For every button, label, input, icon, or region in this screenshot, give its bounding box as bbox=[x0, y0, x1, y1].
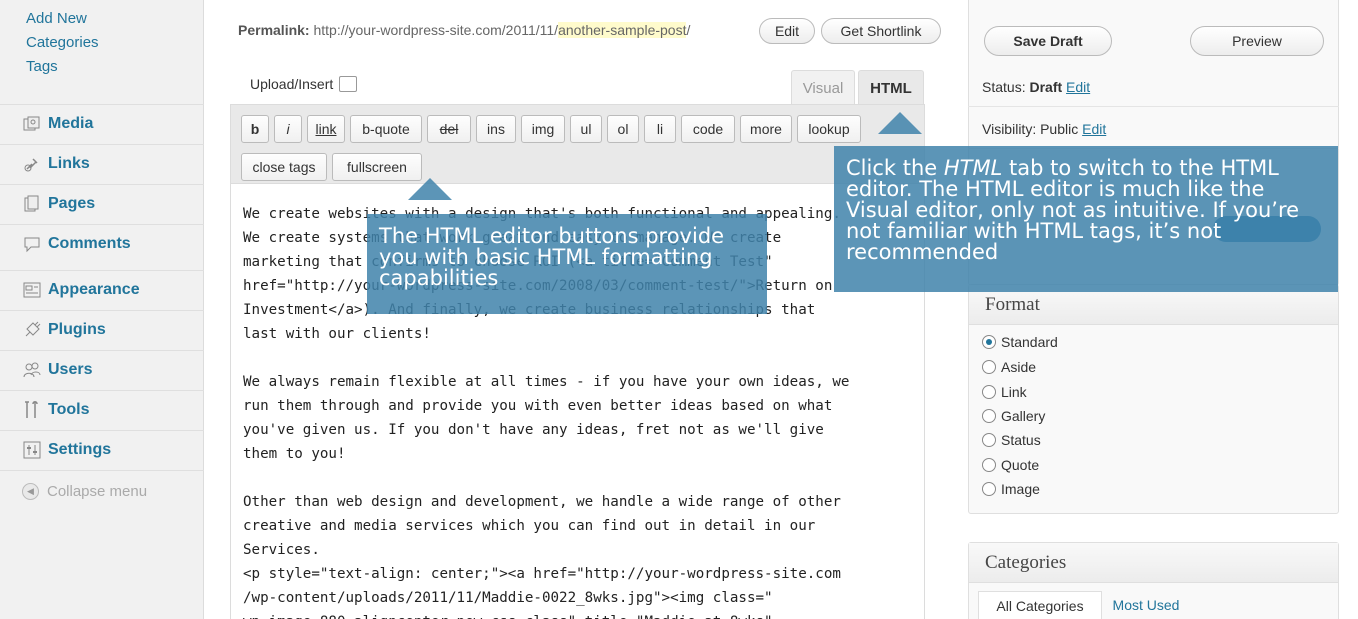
divider bbox=[968, 106, 1339, 107]
tab-all-categories[interactable]: All Categories bbox=[978, 591, 1102, 619]
permalink-label: Permalink: bbox=[238, 22, 310, 38]
qt-lookup-button[interactable]: lookup bbox=[797, 115, 861, 143]
qt-li-button[interactable]: li bbox=[644, 115, 676, 143]
sidebar-item-label: Plugins bbox=[48, 321, 106, 338]
qt-fullscreen-button[interactable]: fullscreen bbox=[332, 153, 422, 181]
format-option-status[interactable]: Status bbox=[982, 432, 1041, 448]
tooltip-arrow bbox=[408, 178, 452, 200]
sidebar-metaboxes: Save Draft Preview Status: Draft Edit Vi… bbox=[968, 0, 1343, 619]
sidebar-item-users[interactable]: Users bbox=[0, 350, 204, 390]
permalink-line: Permalink: http://your-wordpress-site.co… bbox=[238, 22, 690, 38]
qt-del-button[interactable]: del bbox=[427, 115, 471, 143]
tab-most-used[interactable]: Most Used bbox=[1106, 591, 1186, 619]
tools-icon bbox=[22, 400, 42, 420]
submenu-add-new[interactable]: Add New bbox=[26, 10, 87, 27]
appearance-icon bbox=[22, 280, 42, 300]
post-status: Status: Draft Edit bbox=[982, 79, 1090, 95]
pages-icon bbox=[22, 194, 42, 214]
editor-paragraph: We always remain flexible at all times -… bbox=[243, 374, 850, 462]
permalink-base: http://your-wordpress-site.com/2011/11/ bbox=[313, 22, 559, 38]
plugins-icon bbox=[22, 320, 42, 340]
qt-link-button[interactable]: link bbox=[307, 115, 345, 143]
qt-bquote-button[interactable]: b-quote bbox=[350, 115, 422, 143]
qt-bold-button[interactable]: b bbox=[241, 115, 269, 143]
qt-img-button[interactable]: img bbox=[521, 115, 565, 143]
qt-ol-button[interactable]: ol bbox=[607, 115, 639, 143]
settings-icon bbox=[22, 440, 42, 460]
sidebar-item-links[interactable]: Links bbox=[0, 144, 204, 184]
upload-insert[interactable]: Upload/Insert bbox=[250, 76, 358, 92]
sidebar-item-settings[interactable]: Settings bbox=[0, 430, 204, 470]
upload-media-icon[interactable] bbox=[339, 76, 358, 92]
post-visibility: Visibility: Public Edit bbox=[982, 121, 1106, 137]
format-option-link[interactable]: Link bbox=[982, 384, 1027, 400]
status-label: Status: bbox=[982, 79, 1026, 95]
format-option-quote[interactable]: Quote bbox=[982, 457, 1039, 473]
quicktags-toolbar: b i link b-quote del ins img ul ol li co… bbox=[230, 104, 925, 184]
tooltip-editor-buttons: The HTML editor buttons provide you with… bbox=[367, 214, 767, 314]
permalink-edit-button[interactable]: Edit bbox=[759, 18, 815, 44]
sidebar-item-label: Pages bbox=[48, 195, 96, 212]
menu-divider bbox=[0, 470, 204, 471]
qt-ul-button[interactable]: ul bbox=[570, 115, 602, 143]
sidebar-item-comments[interactable]: Comments bbox=[0, 224, 204, 264]
categories-box-title: Categories bbox=[969, 543, 1338, 583]
qt-more-button[interactable]: more bbox=[740, 115, 792, 143]
submenu-tags[interactable]: Tags bbox=[26, 58, 58, 75]
format-option-aside[interactable]: Aside bbox=[982, 359, 1036, 375]
radio-icon[interactable] bbox=[982, 385, 996, 399]
tooltip-html-tab: Click the HTML tab to switch to the HTML… bbox=[834, 146, 1338, 292]
media-icon bbox=[22, 114, 42, 134]
visibility-label: Visibility: Public bbox=[982, 121, 1079, 137]
save-draft-button[interactable]: Save Draft bbox=[984, 26, 1112, 56]
sidebar-item-label: Users bbox=[48, 361, 93, 378]
status-edit-link[interactable]: Edit bbox=[1066, 79, 1090, 95]
radio-icon[interactable] bbox=[982, 360, 996, 374]
editor-paragraph: Other than web design and development, w… bbox=[243, 494, 841, 619]
submenu-categories[interactable]: Categories bbox=[26, 34, 99, 51]
sidebar-item-appearance[interactable]: Appearance bbox=[0, 270, 204, 310]
radio-icon[interactable] bbox=[982, 458, 996, 472]
visibility-edit-link[interactable]: Edit bbox=[1082, 121, 1106, 137]
users-icon bbox=[22, 360, 42, 380]
upload-insert-label: Upload/Insert bbox=[250, 76, 334, 92]
sidebar-item-label: Links bbox=[48, 155, 90, 172]
radio-icon[interactable] bbox=[982, 409, 996, 423]
permalink-slug[interactable]: another-sample-post bbox=[558, 22, 687, 38]
tab-html[interactable]: HTML bbox=[858, 70, 924, 105]
radio-checked-icon[interactable] bbox=[982, 335, 996, 349]
sidebar-item-plugins[interactable]: Plugins bbox=[0, 310, 204, 350]
status-value: Draft bbox=[1029, 79, 1063, 95]
qt-ins-button[interactable]: ins bbox=[476, 115, 516, 143]
get-shortlink-button[interactable]: Get Shortlink bbox=[821, 18, 941, 44]
links-icon bbox=[22, 154, 42, 174]
collapse-menu-button[interactable]: ◀ Collapse menu bbox=[22, 483, 147, 500]
radio-icon[interactable] bbox=[982, 482, 996, 496]
sidebar-item-label: Tools bbox=[48, 401, 90, 418]
qt-code-button[interactable]: code bbox=[681, 115, 735, 143]
sidebar-item-label: Comments bbox=[48, 235, 131, 252]
tab-visual[interactable]: Visual bbox=[791, 70, 855, 105]
comments-icon bbox=[22, 234, 42, 254]
format-option-image[interactable]: Image bbox=[982, 481, 1040, 497]
sidebar-item-label: Appearance bbox=[48, 281, 140, 298]
qt-close-tags-button[interactable]: close tags bbox=[241, 153, 327, 181]
admin-sidebar: Add New Categories Tags Media Links Page… bbox=[0, 0, 204, 619]
permalink-trail: / bbox=[686, 22, 691, 38]
sidebar-item-label: Media bbox=[48, 115, 94, 132]
collapse-arrow-icon: ◀ bbox=[22, 483, 39, 500]
sidebar-item-media[interactable]: Media bbox=[0, 104, 204, 144]
format-option-gallery[interactable]: Gallery bbox=[982, 408, 1045, 424]
sidebar-item-pages[interactable]: Pages bbox=[0, 184, 204, 224]
sidebar-item-label: Settings bbox=[48, 441, 112, 458]
tooltip-arrow bbox=[878, 112, 922, 134]
radio-icon[interactable] bbox=[982, 433, 996, 447]
sidebar-item-tools[interactable]: Tools bbox=[0, 390, 204, 430]
format-option-standard[interactable]: Standard bbox=[982, 334, 1058, 350]
preview-button[interactable]: Preview bbox=[1190, 26, 1324, 56]
collapse-menu-label: Collapse menu bbox=[47, 483, 148, 500]
qt-italic-button[interactable]: i bbox=[274, 115, 302, 143]
